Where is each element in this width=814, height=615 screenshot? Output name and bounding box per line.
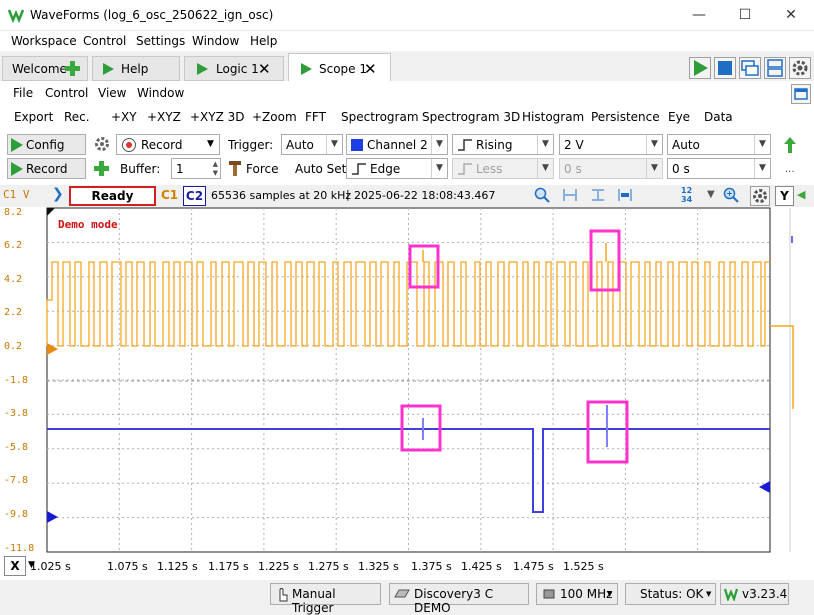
manual-trigger-button[interactable]: Manual Trigger [270, 583, 381, 615]
x-axis-menu-chevron-icon[interactable]: ▼ [28, 560, 35, 570]
device-icon [394, 588, 410, 603]
oscilloscope-plot[interactable] [0, 0, 814, 609]
chevron-down-icon: ▼ [706, 590, 712, 598]
status-label: Status: OK [640, 587, 704, 601]
chip-icon [541, 587, 557, 604]
x-tick-label: 1.125 s [157, 560, 198, 573]
x-tick-label: 1.375 s [411, 560, 452, 573]
x-tick-label: 1.225 s [258, 560, 299, 573]
version-label: v3.23.4 [742, 587, 788, 601]
x-tick-label: 1.475 s [513, 560, 554, 573]
version-button[interactable]: v3.23.4 [720, 583, 789, 605]
x-tick-label: 1.275 s [308, 560, 349, 573]
chevron-down-icon: ▼ [607, 590, 613, 598]
hand-pointer-icon [275, 586, 289, 605]
x-tick-label: 1.325 s [358, 560, 399, 573]
x-tick-label: 1.525 s [563, 560, 604, 573]
x-tick-label: 1.025 s [30, 560, 71, 573]
x-tick-label: 1.425 s [461, 560, 502, 573]
x-axis-button-label: X [10, 559, 20, 573]
clock-label: 100 MHz [560, 587, 613, 601]
x-axis-button[interactable]: X [4, 556, 26, 576]
app-logo-icon [723, 587, 739, 604]
x-tick-label: 1.075 s [107, 560, 148, 573]
device-button[interactable]: Discovery3 C DEMO [389, 583, 529, 615]
bottom-status-bar: Manual Trigger Discovery3 C DEMO 100 MHz… [0, 580, 814, 615]
manual-trigger-label: Manual Trigger [292, 587, 336, 615]
x-tick-label: 1.175 s [208, 560, 249, 573]
clock-button[interactable]: 100 MHz ▼ [536, 583, 618, 605]
demo-mode-label: Demo mode [58, 218, 118, 231]
device-label: Discovery3 C DEMO [414, 587, 494, 615]
status-button[interactable]: Status: OK ▼ [625, 583, 716, 605]
